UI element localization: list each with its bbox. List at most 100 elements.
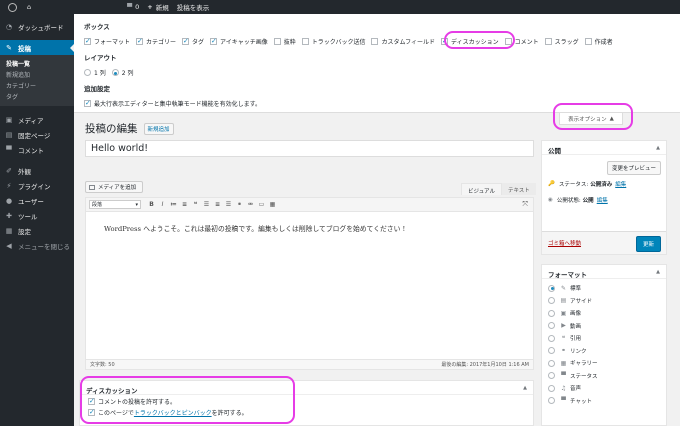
highlight-ring-discussion-box [80, 376, 295, 424]
format-option-video[interactable]: ▶ 動画 [542, 320, 666, 333]
edit-status-link[interactable]: 編集 [615, 180, 626, 188]
key-icon: 🔑 [548, 181, 555, 187]
format-option-quote[interactable]: ❝ 引用 [542, 332, 666, 345]
page-icon: ▤ [5, 130, 13, 139]
sidebar-item-users[interactable]: ● ユーザー [0, 193, 74, 208]
posts-submenu: 投稿一覧 新規追加 カテゴリー タグ [0, 55, 74, 106]
link-icon[interactable]: ⚭ [235, 200, 244, 209]
format-option-image[interactable]: ▣ 画像 [542, 307, 666, 320]
post-title-input[interactable]: Hello world! [85, 140, 534, 157]
media-icon: ▣ [5, 115, 13, 124]
sidebar-item-posts[interactable]: ✎ 投稿 [0, 40, 74, 55]
sidebar-item-dashboard[interactable]: ◔ ダッシュボード [0, 19, 74, 34]
toolbar-toggle-icon[interactable]: ▦ [268, 200, 277, 209]
new-content-link[interactable]: + 新規 [147, 2, 168, 12]
bold-icon[interactable]: B [147, 200, 156, 209]
home-icon[interactable]: ⌂ [27, 3, 31, 11]
wordpress-logo-icon[interactable] [8, 2, 17, 12]
checkbox-custom-fields[interactable]: カスタムフィールド [371, 37, 435, 46]
dashboard-icon: ◔ [5, 22, 13, 31]
edit-visibility-link[interactable]: 編集 [597, 196, 608, 204]
audio-icon: ♫ [560, 384, 567, 392]
italic-icon[interactable]: I [158, 200, 167, 209]
submenu-tags[interactable]: タグ [0, 91, 74, 102]
checkbox-excerpt[interactable]: 抜粋 [273, 37, 296, 46]
sidebar-item-media[interactable]: ▣ メディア [0, 112, 74, 127]
checkbox-author[interactable]: 作成者 [584, 37, 613, 46]
checkbox-category[interactable]: カテゴリー [136, 37, 176, 46]
wrench-icon: ✚ [6, 211, 12, 220]
boxes-checkbox-row: フォーマット カテゴリー タグ アイキャッチ画像 抜粋 トラックバック送信 カス… [84, 37, 670, 46]
fullscreen-icon[interactable]: ⤧ [522, 200, 528, 209]
align-right-icon[interactable]: ☰ [224, 200, 233, 209]
radio-layout-1-column[interactable]: 1 列 [84, 68, 106, 77]
checkbox-featured-image[interactable]: アイキャッチ画像 [210, 37, 268, 46]
blockquote-icon[interactable]: ❝ [191, 200, 200, 209]
align-center-icon[interactable]: ≡ [213, 200, 222, 209]
checkbox-format[interactable]: フォーマット [84, 37, 130, 46]
submenu-add-new[interactable]: 新規追加 [0, 69, 74, 80]
collapse-arrow-icon[interactable]: ▲ [523, 385, 527, 391]
link-icon: ⚭ [560, 347, 567, 355]
format-option-standard[interactable]: ✎ 標準 [542, 282, 666, 295]
aside-icon: ▤ [560, 297, 567, 305]
sidebar-item-tools[interactable]: ✚ ツール [0, 208, 74, 223]
radio-layout-2-columns[interactable]: 2 列 [111, 68, 133, 77]
tab-visual[interactable]: ビジュアル [461, 183, 502, 195]
sidebar-item-appearance[interactable]: ✐ 外観 [0, 163, 74, 178]
page-title: 投稿の編集 [85, 123, 138, 135]
numbered-list-icon[interactable]: ≡ [180, 200, 189, 209]
format-metabox: フォーマット ▲ ✎ 標準 ▤ アサイド ▣ 画像 ▶ 動画 ❝ 引用 ⚭ リンク ▦ ギャラリ… [541, 264, 667, 426]
read-more-icon[interactable]: ▭ [257, 200, 266, 209]
move-to-trash-link[interactable]: ゴミ箱へ移動 [548, 239, 581, 247]
checkbox-tags[interactable]: タグ [182, 37, 204, 46]
boxes-heading: ボックス [84, 23, 110, 31]
comments-link[interactable]: ▀ 0 [127, 3, 139, 11]
align-left-icon[interactable]: ☰ [202, 200, 211, 209]
page-header: 投稿の編集 新規追加 [85, 121, 174, 136]
image-icon: ▣ [560, 309, 567, 317]
format-option-status[interactable]: ▀ ステータス [542, 370, 666, 383]
extra-settings-heading: 追加設定 [84, 85, 110, 93]
sidebar-item-pages[interactable]: ▤ 固定ページ [0, 127, 74, 142]
sidebar-item-plugins[interactable]: ⚡ プラグイン [0, 178, 74, 193]
format-select[interactable]: 段落 ▾ [89, 200, 141, 209]
preview-changes-button[interactable]: 変更をプレビュー [606, 161, 661, 175]
checkbox-distraction-free[interactable]: 最大行表示エディターと集中執筆モード機能を有効化します。 [84, 99, 261, 108]
view-post-link[interactable]: 投稿を表示 [177, 2, 210, 12]
tab-text[interactable]: テキスト [501, 183, 536, 195]
add-new-button[interactable]: 新規追加 [143, 122, 174, 135]
layout-radio-row: 1 列 2 列 [84, 68, 670, 77]
editor-tabs: ビジュアル テキスト [461, 183, 536, 195]
format-option-aside[interactable]: ▤ アサイド [542, 295, 666, 308]
sidebar-collapse-menu[interactable]: ◀ メニューを閉じる [0, 238, 74, 253]
submenu-all-posts[interactable]: 投稿一覧 [0, 58, 74, 69]
collapse-arrow-icon[interactable]: ▲ [656, 269, 660, 275]
add-media-button[interactable]: メディアを追加 [85, 181, 143, 193]
editor-content[interactable]: WordPress へようこそ。これは最初の投稿です。編集もしくは削除してブログ… [85, 212, 534, 359]
sidebar-item-comments[interactable]: ▀ コメント [0, 142, 74, 157]
eye-icon: ◉ [548, 197, 553, 203]
format-option-chat[interactable]: ▀ チャット [542, 395, 666, 408]
media-icon [89, 184, 95, 190]
checkbox-send-trackbacks[interactable]: トラックバック送信 [301, 37, 365, 46]
user-icon: ● [5, 196, 13, 205]
pin-icon: ✎ [560, 284, 567, 292]
checkbox-slug[interactable]: スラッグ [544, 37, 579, 46]
publish-actions: ゴミ箱へ移動 更新 [542, 231, 666, 254]
sidebar-item-settings[interactable]: ▦ 設定 [0, 223, 74, 238]
unlink-icon[interactable]: ⚮ [246, 200, 255, 209]
format-option-audio[interactable]: ♫ 音声 [542, 382, 666, 395]
update-button[interactable]: 更新 [635, 236, 661, 252]
editor-status-bar: 文字数: 50 最後の編集: 2017年1月10日 1:16 AM [85, 359, 534, 370]
last-edited: 最後の編集: 2017年1月10日 1:16 AM [441, 362, 529, 368]
highlight-ring-discussion-checkbox [444, 31, 515, 49]
collapse-arrow-icon[interactable]: ▲ [656, 145, 660, 151]
bulleted-list-icon[interactable]: ≔ [169, 200, 178, 209]
status-icon: ▀ [561, 372, 566, 380]
format-option-link[interactable]: ⚭ リンク [542, 345, 666, 358]
format-option-gallery[interactable]: ▦ ギャラリー [542, 357, 666, 370]
word-count: 文字数: 50 [90, 362, 115, 368]
submenu-categories[interactable]: カテゴリー [0, 80, 74, 91]
brush-icon: ✐ [6, 166, 12, 175]
